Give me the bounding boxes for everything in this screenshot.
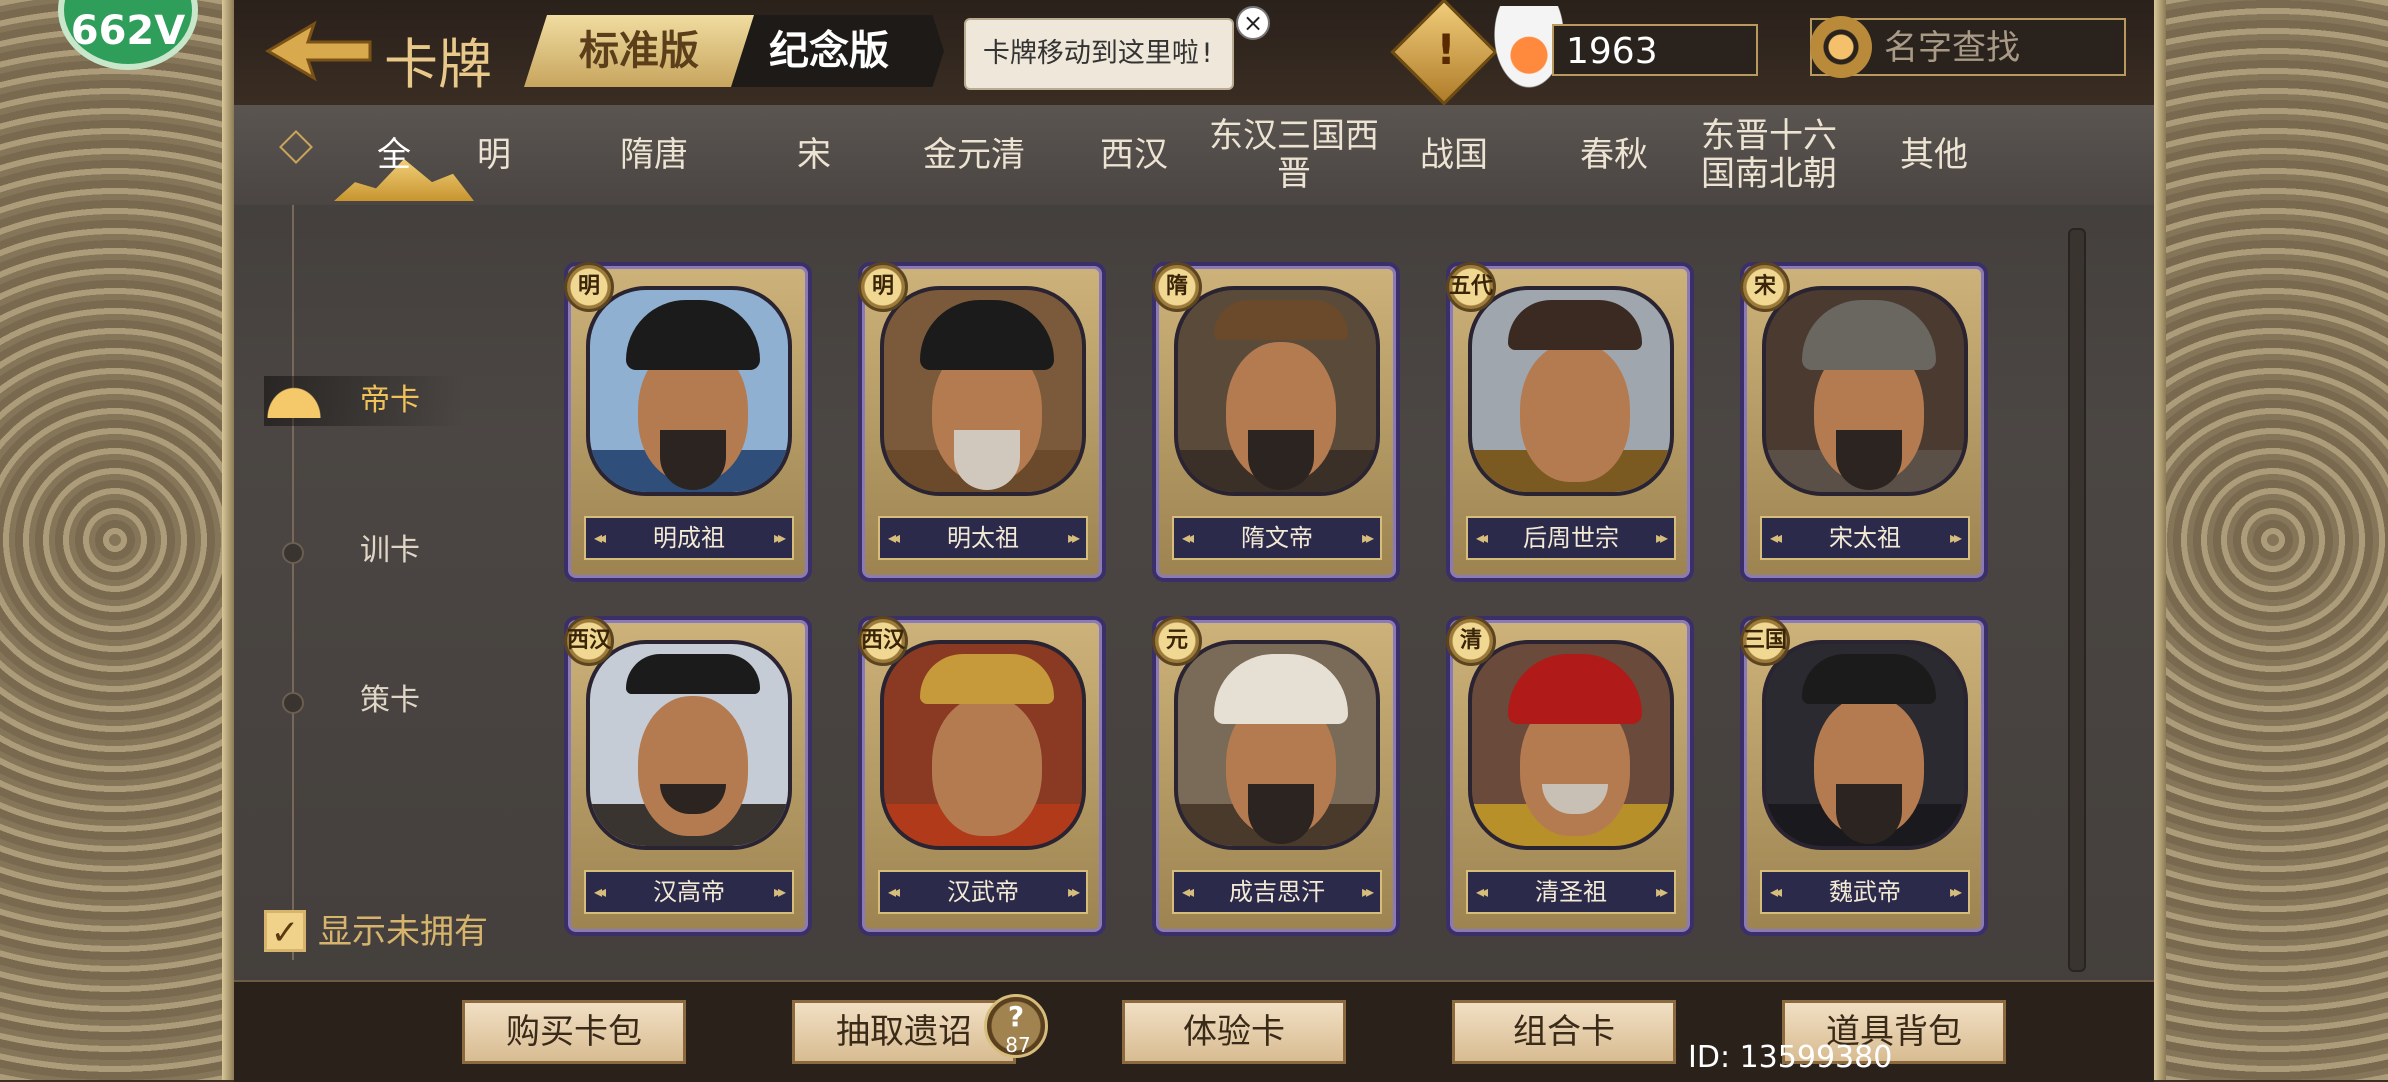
card-item[interactable]: 三国 魏武帝 — [1740, 616, 1988, 936]
era-badge: 元 — [1152, 616, 1202, 666]
left-panel-edge — [222, 0, 234, 1080]
card-grid: 明 明成祖 明 明太祖 隋 隋文帝 五代 后周世宗 宋 宋太祖 西汉 汉高帝 — [564, 210, 2284, 970]
card-name: 清圣祖 — [1466, 870, 1676, 914]
general-portrait — [1762, 286, 1968, 496]
card-item[interactable]: 明 明成祖 — [564, 262, 812, 582]
era-badge: 明 — [564, 262, 614, 312]
era-badge: 西汉 — [564, 616, 614, 666]
general-portrait — [586, 286, 792, 496]
tab-western-han[interactable]: 西汉 — [1054, 105, 1214, 205]
general-portrait — [1762, 640, 1968, 850]
lotus-icon — [264, 384, 324, 418]
category-training[interactable]: 训卡 — [264, 526, 464, 576]
left-dragon-panel — [0, 0, 230, 1080]
top-bar: 卡牌 纪念版 标准版 卡牌移动到这里啦! × ! 1963 — [234, 0, 2154, 107]
card-name: 魏武帝 — [1760, 870, 1970, 914]
card-item[interactable]: 元 成吉思汗 — [1152, 616, 1400, 936]
general-portrait — [1174, 640, 1380, 850]
general-portrait — [880, 286, 1086, 496]
combo-card-button[interactable]: 组合卡 — [1452, 1000, 1676, 1064]
search-box — [1810, 16, 2126, 78]
currency-amount: 1963 — [1552, 24, 1758, 76]
card-name: 后周世宗 — [1466, 516, 1676, 560]
card-item[interactable]: 五代 后周世宗 — [1446, 262, 1694, 582]
hint-tooltip: 卡牌移动到这里啦! — [964, 18, 1234, 90]
checkbox-checked-icon[interactable]: ✓ — [264, 910, 306, 953]
card-item[interactable]: 明 明太祖 — [858, 262, 1106, 582]
era-badge: 西汉 — [858, 616, 908, 666]
tab-ming[interactable]: 明 — [414, 105, 574, 205]
card-name: 明太祖 — [878, 516, 1088, 560]
card-item[interactable]: 隋 隋文帝 — [1152, 262, 1400, 582]
tab-song[interactable]: 宋 — [734, 105, 894, 205]
rail-dot-icon — [282, 542, 304, 564]
edict-count: 87 — [1005, 1033, 1031, 1057]
back-arrow-icon[interactable] — [264, 18, 374, 84]
card-item[interactable]: 清 清圣祖 — [1446, 616, 1694, 936]
general-portrait — [1468, 640, 1674, 850]
category-strategy[interactable]: 策卡 — [264, 676, 464, 726]
trial-card-button[interactable]: 体验卡 — [1122, 1000, 1346, 1064]
tab-jin-yuan-qing[interactable]: 金元清 — [894, 105, 1054, 205]
tab-eastern-jin-sixteen-kingdoms[interactable]: 东晋十六国南北朝 — [1689, 105, 1849, 205]
tooltip-close-icon[interactable]: × — [1236, 6, 1270, 40]
card-item[interactable]: 宋 宋太祖 — [1740, 262, 1988, 582]
card-item[interactable]: 西汉 汉高帝 — [564, 616, 812, 936]
card-name: 汉武帝 — [878, 870, 1088, 914]
warning-icon[interactable]: ! — [1390, 0, 1498, 106]
edict-scroll-icon: ? 87 — [984, 994, 1048, 1058]
page-title: 卡牌 — [384, 33, 492, 96]
tab-standard[interactable]: 标准版 — [524, 15, 754, 87]
version-tabs: 纪念版 标准版 — [524, 15, 944, 87]
diamond-ornament-icon — [279, 130, 313, 164]
search-icon[interactable] — [1810, 16, 1872, 78]
draw-edict-button[interactable]: 抽取遗诏 — [792, 1000, 1016, 1064]
search-input[interactable] — [1882, 26, 2116, 70]
buy-card-pack-button[interactable]: 购买卡包 — [462, 1000, 686, 1064]
tab-other[interactable]: 其他 — [1854, 105, 2014, 205]
era-badge: 隋 — [1152, 262, 1202, 312]
era-badge: 明 — [858, 262, 908, 312]
general-portrait — [1468, 286, 1674, 496]
general-portrait — [880, 640, 1086, 850]
tab-eastern-han-three-kingdoms[interactable]: 东汉三国西晋 — [1209, 105, 1379, 205]
category-rail — [292, 205, 294, 960]
era-badge: 五代 — [1446, 262, 1496, 312]
category-emperor[interactable]: 帝卡 — [264, 376, 464, 426]
tab-sui-tang[interactable]: 隋唐 — [574, 105, 734, 205]
card-collection-screen: 卡牌 纪念版 标准版 卡牌移动到这里啦! × ! 1963 全 明 隋唐 宋 金… — [234, 0, 2154, 1082]
card-name: 隋文帝 — [1172, 516, 1382, 560]
rail-dot-icon — [282, 692, 304, 714]
era-badge: 宋 — [1740, 262, 1790, 312]
general-portrait — [1174, 286, 1380, 496]
card-name: 宋太祖 — [1760, 516, 1970, 560]
tab-spring-autumn[interactable]: 春秋 — [1534, 105, 1694, 205]
era-badge: 清 — [1446, 616, 1496, 666]
card-grid-scrollbar[interactable] — [2068, 228, 2086, 972]
general-portrait — [586, 640, 792, 850]
tab-warring-states[interactable]: 战国 — [1374, 105, 1534, 205]
user-id-label: ID: 13599380 — [1688, 1040, 1893, 1075]
dynasty-tab-bar: 全 明 隋唐 宋 金元清 西汉 东汉三国西晋 战国 春秋 东晋十六国南北朝 其他 — [234, 105, 2154, 205]
card-name: 成吉思汗 — [1172, 870, 1382, 914]
card-name: 汉高帝 — [584, 870, 794, 914]
card-item[interactable]: 西汉 汉武帝 — [858, 616, 1106, 936]
era-badge: 三国 — [1740, 616, 1790, 666]
card-name: 明成祖 — [584, 516, 794, 560]
